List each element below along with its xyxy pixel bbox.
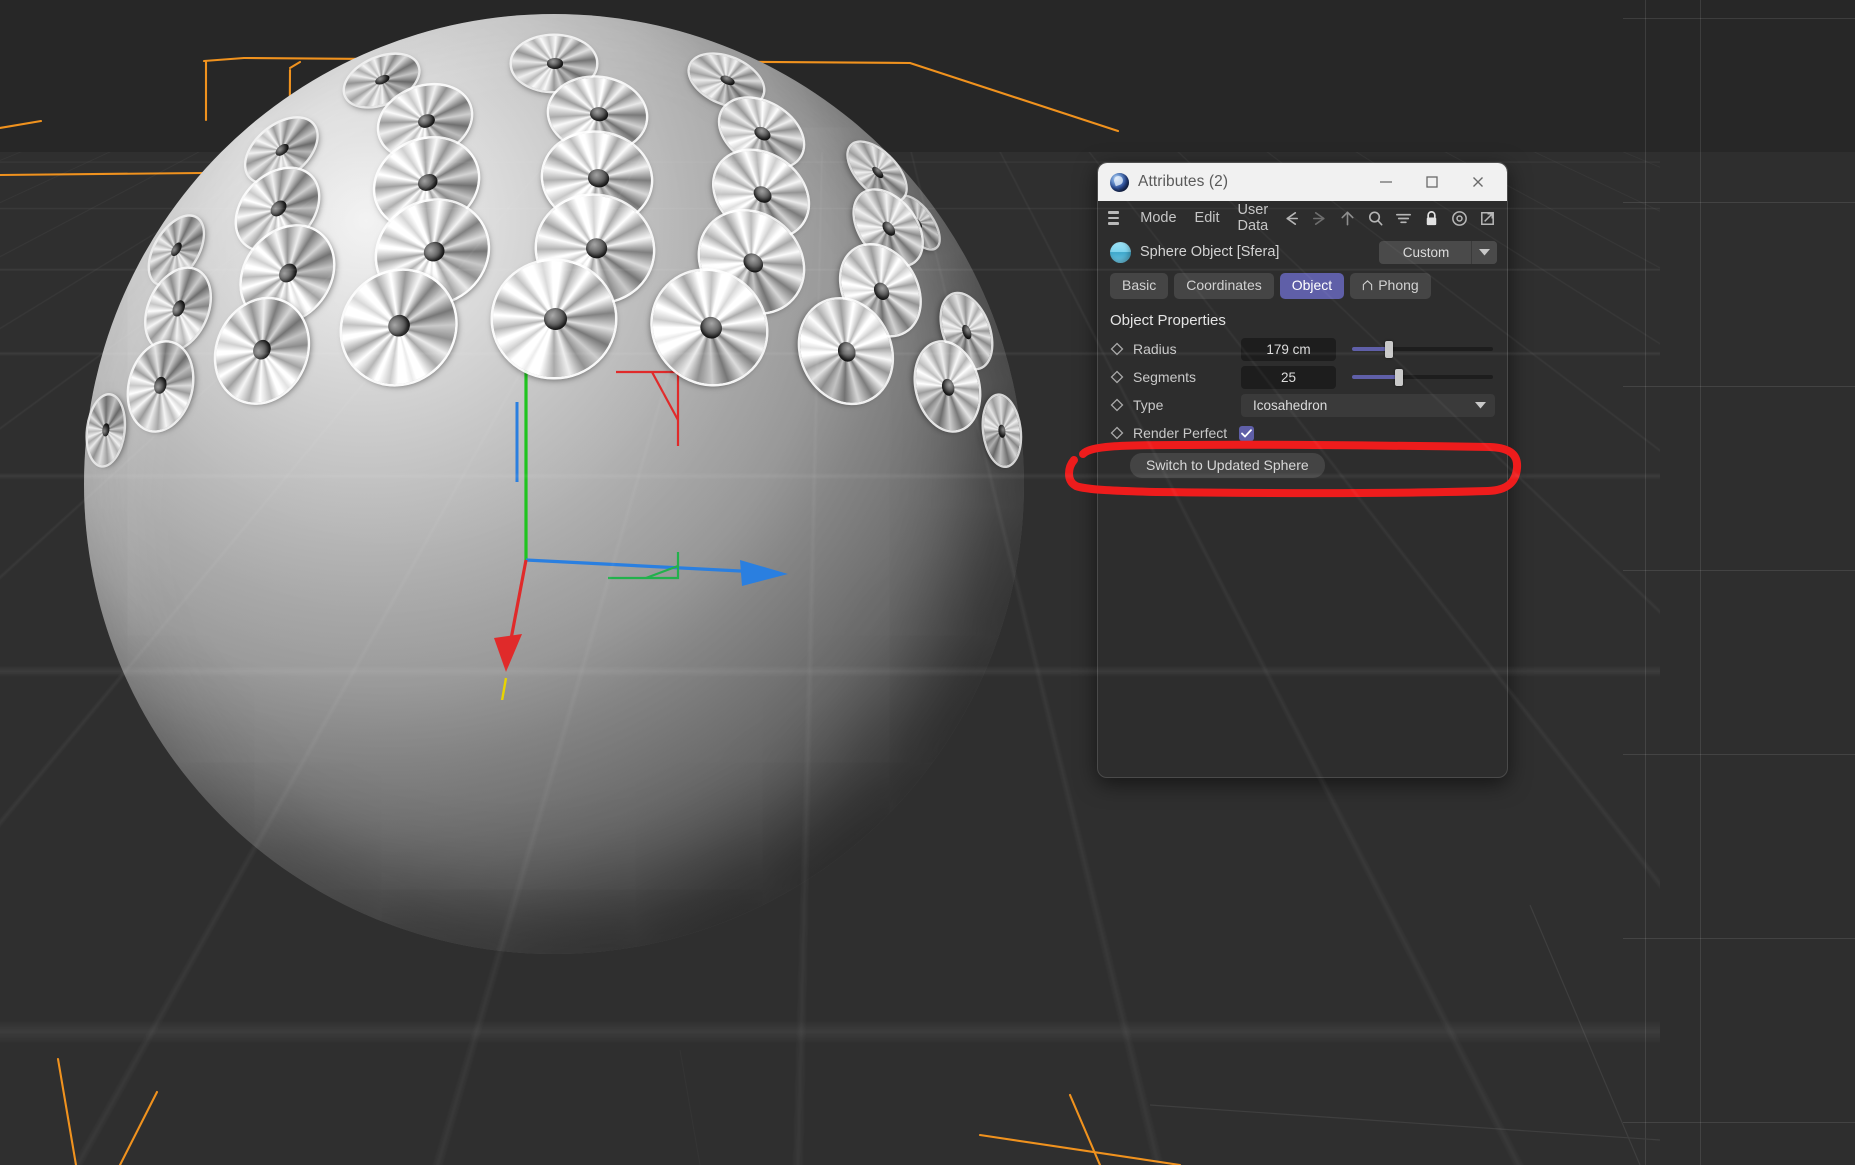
tab-coordinates[interactable]: Coordinates <box>1174 273 1274 299</box>
label-segments: Segments <box>1133 369 1241 385</box>
target-icon[interactable] <box>1448 207 1471 230</box>
lock-icon[interactable] <box>1420 207 1443 230</box>
property-row-type[interactable]: Type Icosahedron <box>1098 391 1507 419</box>
close-button[interactable] <box>1455 164 1501 200</box>
section-title-object-properties: Object Properties <box>1098 299 1507 335</box>
keyframe-diamond-icon[interactable] <box>1110 398 1124 412</box>
open-external-icon[interactable] <box>1476 207 1499 230</box>
sphere-dimple <box>493 261 614 377</box>
property-tabs[interactable]: Basic Coordinates Object Phong <box>1098 269 1507 299</box>
attributes-panel[interactable]: Attributes (2) Mode Edit User Data Spher… <box>1097 162 1508 778</box>
keyframe-diamond-icon[interactable] <box>1110 370 1124 384</box>
checkbox-render-perfect[interactable] <box>1239 426 1254 441</box>
object-name: Sphere Object [Sfera] <box>1140 244 1279 260</box>
viewport-3d[interactable] <box>0 0 1855 1165</box>
sphere-object-icon <box>1110 242 1131 263</box>
object-header-row[interactable]: Sphere Object [Sfera] Custom <box>1098 235 1507 269</box>
property-row-segments[interactable]: Segments 25 <box>1098 363 1507 391</box>
preset-dropdown[interactable]: Custom <box>1379 241 1497 264</box>
property-row-radius[interactable]: Radius 179 cm <box>1098 335 1507 363</box>
filter-icon[interactable] <box>1392 207 1415 230</box>
switch-to-updated-sphere-button[interactable]: Switch to Updated Sphere <box>1130 453 1325 478</box>
menu-user-data[interactable]: User Data <box>1229 200 1280 236</box>
tab-basic[interactable]: Basic <box>1110 273 1168 299</box>
panel-toolbar[interactable]: Mode Edit User Data <box>1098 201 1507 235</box>
panel-title: Attributes (2) <box>1138 173 1228 191</box>
phong-icon <box>1362 278 1373 294</box>
keyframe-diamond-icon[interactable] <box>1110 426 1124 440</box>
minimize-button[interactable] <box>1363 164 1409 200</box>
property-row-render-perfect[interactable]: Render Perfect <box>1098 419 1507 447</box>
forward-arrow-icon[interactable] <box>1308 207 1331 230</box>
preset-value: Custom <box>1379 245 1471 260</box>
back-arrow-icon[interactable] <box>1280 207 1303 230</box>
input-segments[interactable]: 25 <box>1241 366 1336 389</box>
keyframe-diamond-icon[interactable] <box>1110 342 1124 356</box>
search-icon[interactable] <box>1364 207 1387 230</box>
maximize-button[interactable] <box>1409 164 1455 200</box>
viewport-right-grid <box>1623 0 1855 1165</box>
sphere-object-render <box>84 14 1024 954</box>
label-type: Type <box>1133 397 1241 413</box>
chevron-down-icon[interactable] <box>1471 241 1497 264</box>
menu-edit[interactable]: Edit <box>1186 208 1229 228</box>
up-arrow-icon[interactable] <box>1336 207 1359 230</box>
chevron-down-icon[interactable] <box>1475 396 1486 414</box>
tab-phong[interactable]: Phong <box>1350 273 1430 299</box>
hamburger-menu-icon[interactable] <box>1108 211 1119 225</box>
input-radius[interactable]: 179 cm <box>1241 338 1336 361</box>
dropdown-type[interactable]: Icosahedron <box>1241 394 1495 417</box>
action-button-row[interactable]: Switch to Updated Sphere <box>1098 447 1507 478</box>
tab-phong-label: Phong <box>1378 277 1418 293</box>
menu-mode[interactable]: Mode <box>1131 208 1185 228</box>
label-radius: Radius <box>1133 341 1241 357</box>
dropdown-type-value: Icosahedron <box>1253 398 1327 413</box>
label-render-perfect: Render Perfect <box>1133 425 1227 441</box>
panel-titlebar[interactable]: Attributes (2) <box>1098 163 1507 201</box>
cinema4d-logo-icon <box>1110 173 1129 192</box>
tab-object[interactable]: Object <box>1280 273 1344 299</box>
slider-radius[interactable] <box>1352 338 1495 361</box>
slider-segments[interactable] <box>1352 366 1495 389</box>
